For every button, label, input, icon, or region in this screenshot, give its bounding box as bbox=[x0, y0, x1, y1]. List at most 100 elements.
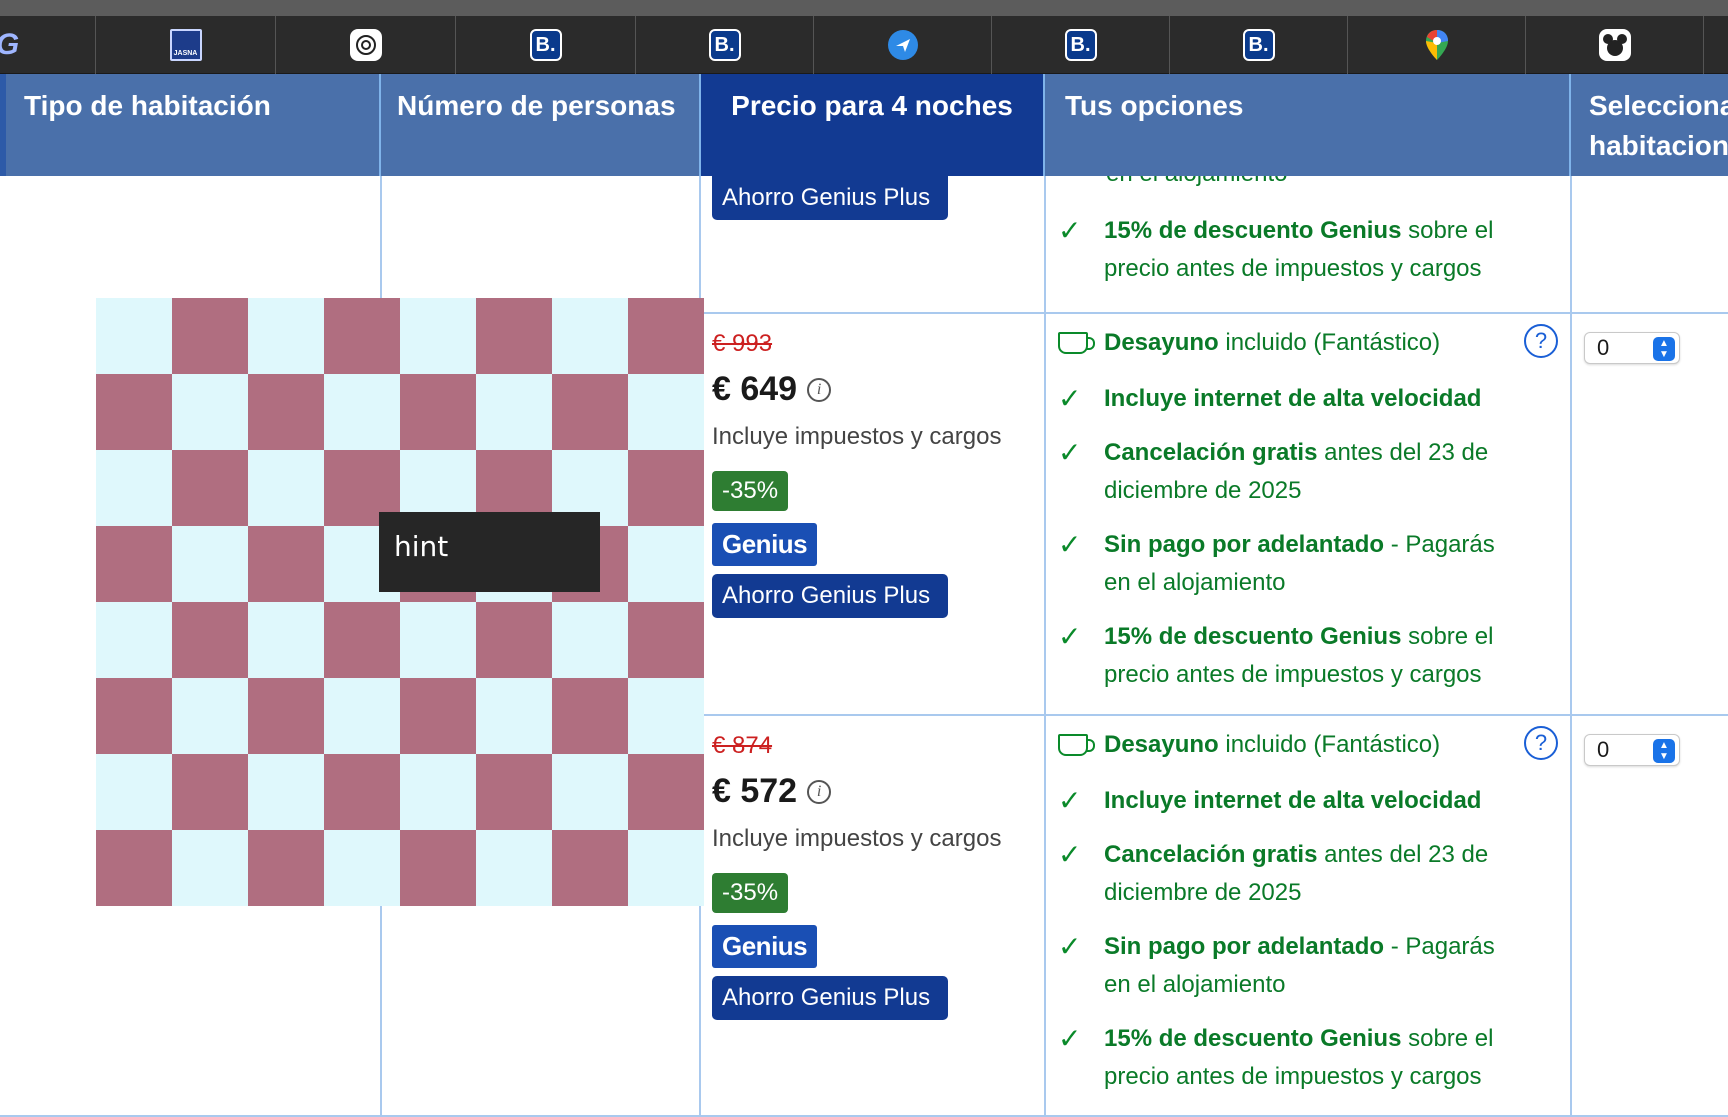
checker-square bbox=[172, 298, 248, 374]
checker-square bbox=[324, 298, 400, 374]
jasna-icon: JASNA bbox=[169, 29, 202, 61]
checker-square bbox=[400, 678, 476, 754]
room-quantity-select[interactable]: 0 ▲ ▼ bbox=[1584, 332, 1680, 364]
check-icon: ✓ bbox=[1058, 215, 1082, 246]
checker-square bbox=[628, 678, 704, 754]
help-icon[interactable]: ? bbox=[1524, 726, 1558, 760]
room-quantity-select[interactable]: 0 ▲ ▼ bbox=[1584, 734, 1680, 766]
option-internet: ✓ Incluye internet de alta velocidad bbox=[1058, 380, 1528, 418]
bookmark-booking-1[interactable]: B. bbox=[456, 16, 636, 74]
checker-square bbox=[248, 374, 324, 450]
g-icon: G bbox=[0, 28, 19, 61]
checker-square bbox=[552, 830, 628, 906]
info-icon[interactable]: i bbox=[807, 377, 832, 402]
checker-square bbox=[172, 450, 248, 526]
price-cell-row-2: € 874 € 572 i Incluye impuestos y cargos… bbox=[712, 732, 1042, 1020]
discount-badge: -35% bbox=[712, 471, 789, 511]
checker-square bbox=[628, 450, 704, 526]
checker-square bbox=[248, 830, 324, 906]
checker-square bbox=[400, 602, 476, 678]
coffee-cup-icon bbox=[1058, 734, 1095, 756]
checker-square bbox=[628, 754, 704, 830]
checker-square bbox=[96, 678, 172, 754]
checker-square bbox=[248, 678, 324, 754]
current-price: € 649 i bbox=[712, 370, 1042, 409]
room-quantity-value: 0 bbox=[1597, 737, 1610, 762]
help-icon[interactable]: ? bbox=[1524, 324, 1558, 358]
option-breakfast: Desayuno incluido (Fantástico) bbox=[1058, 726, 1528, 766]
checker-square bbox=[96, 450, 172, 526]
options-list-top: ✓ 15% de descuento Genius sobre el preci… bbox=[1058, 212, 1528, 304]
booking-icon: B. bbox=[1242, 29, 1275, 61]
checker-square bbox=[96, 526, 172, 602]
select-arrows-icon: ▲ ▼ bbox=[1653, 337, 1675, 361]
checker-square bbox=[172, 830, 248, 906]
checker-square bbox=[552, 298, 628, 374]
checker-square bbox=[248, 602, 324, 678]
checker-square bbox=[248, 526, 324, 602]
options-list-row-2: Desayuno incluido (Fantástico) ✓ Incluye… bbox=[1058, 726, 1528, 1112]
header-price[interactable]: Precio para 4 noches bbox=[701, 74, 1045, 176]
nopay-bold: Sin pago por adelantado bbox=[1104, 933, 1385, 960]
check-icon: ✓ bbox=[1058, 621, 1082, 652]
option-free-cancellation: ✓ Cancelación gratis antes del 23 de dic… bbox=[1058, 836, 1528, 912]
row-divider bbox=[700, 714, 1728, 716]
hint-tooltip: hint bbox=[379, 512, 600, 592]
checker-square bbox=[476, 754, 552, 830]
bookmark-maps[interactable] bbox=[1348, 16, 1526, 74]
checker-square bbox=[324, 754, 400, 830]
bookmark-jasna[interactable]: JASNA bbox=[96, 16, 276, 74]
option-free-cancellation: ✓ Cancelación gratis antes del 23 de dic… bbox=[1058, 434, 1528, 510]
checker-square bbox=[96, 298, 172, 374]
header-left-accent bbox=[0, 74, 6, 176]
coffee-cup-icon bbox=[1058, 332, 1095, 354]
genius-badge: Genius bbox=[712, 523, 818, 566]
bookmark-booking-3[interactable]: B. bbox=[992, 16, 1170, 74]
checker-square bbox=[628, 830, 704, 906]
booking-icon: B. bbox=[1064, 29, 1097, 61]
checker-square bbox=[324, 678, 400, 754]
mouse-ears-icon bbox=[1598, 29, 1631, 61]
checker-square bbox=[324, 374, 400, 450]
select-arrows-icon: ▲ ▼ bbox=[1653, 739, 1675, 763]
check-icon: ✓ bbox=[1058, 1023, 1082, 1054]
header-options: Tus opciones bbox=[1045, 74, 1571, 176]
bookmark-g[interactable]: G bbox=[0, 16, 96, 74]
room-quantity-value: 0 bbox=[1597, 335, 1610, 360]
checker-square bbox=[172, 602, 248, 678]
option-genius-discount: ✓ 15% de descuento Genius sobre el preci… bbox=[1058, 618, 1528, 694]
header-room-type: Tipo de habitación bbox=[6, 74, 381, 176]
bookmark-flights[interactable] bbox=[814, 16, 992, 74]
option-no-prepayment: ✓ Sin pago por adelantado - Pagarás en e… bbox=[1058, 526, 1528, 602]
breakfast-rest: incluido (Fantástico) bbox=[1218, 329, 1441, 356]
bookmark-disney[interactable] bbox=[1526, 16, 1704, 74]
check-icon: ✓ bbox=[1058, 529, 1082, 560]
original-price: € 993 bbox=[712, 330, 773, 357]
checker-square bbox=[248, 298, 324, 374]
plane-icon bbox=[887, 30, 918, 60]
option-genius-discount: ✓ 15% de descuento Genius sobre el preci… bbox=[1058, 212, 1528, 288]
checker-square bbox=[96, 374, 172, 450]
breakfast-rest: incluido (Fantástico) bbox=[1218, 731, 1441, 758]
check-icon: ✓ bbox=[1058, 931, 1082, 962]
option-breakfast: Desayuno incluido (Fantástico) bbox=[1058, 324, 1528, 364]
discount-bold: 15% de descuento Genius bbox=[1104, 217, 1402, 244]
bookmark-booking-4[interactable]: B. bbox=[1170, 16, 1348, 74]
checker-square bbox=[476, 678, 552, 754]
info-icon[interactable]: i bbox=[807, 779, 832, 804]
checker-square bbox=[628, 526, 704, 602]
checker-square bbox=[96, 602, 172, 678]
bookmark-booking-2[interactable]: B. bbox=[636, 16, 814, 74]
checker-square bbox=[172, 526, 248, 602]
bookmark-chatgpt[interactable] bbox=[276, 16, 456, 74]
current-price: € 572 i bbox=[712, 772, 1042, 811]
checker-square bbox=[628, 374, 704, 450]
column-divider bbox=[1570, 176, 1572, 1117]
genius-plus-badge: Ahorro Genius Plus bbox=[712, 574, 948, 618]
checker-square bbox=[552, 754, 628, 830]
tax-note: Incluye impuestos y cargos bbox=[712, 423, 1002, 450]
checker-square bbox=[172, 678, 248, 754]
checker-square bbox=[552, 602, 628, 678]
checker-square bbox=[248, 450, 324, 526]
checker-square bbox=[400, 298, 476, 374]
